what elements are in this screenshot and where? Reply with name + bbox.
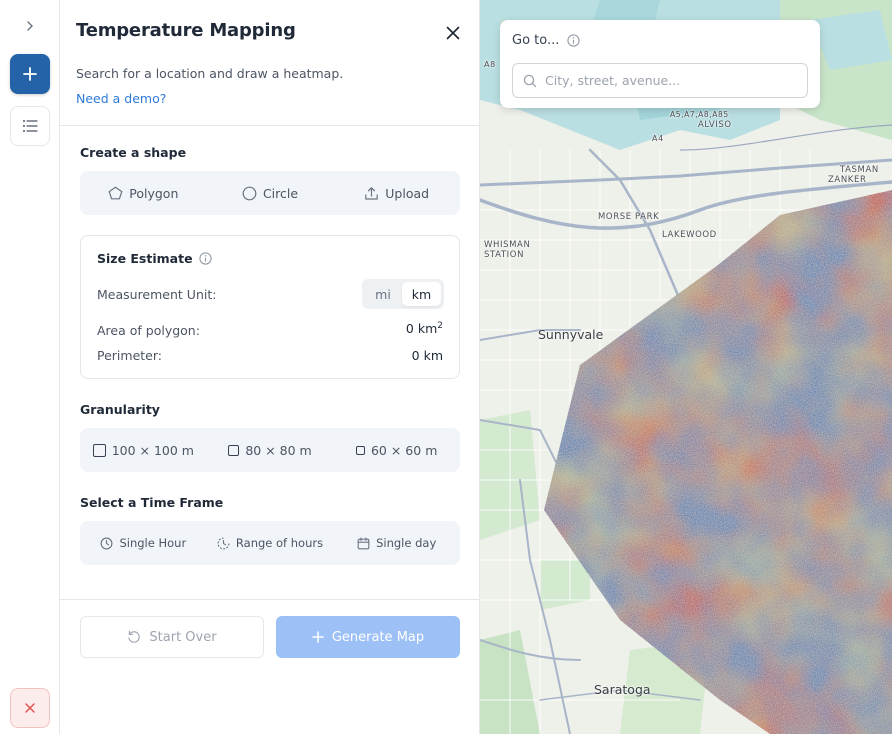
granularity-option-label: 60 × 60 m (370, 442, 438, 458)
info-icon[interactable] (198, 252, 212, 265)
layers-list-button[interactable] (10, 106, 50, 146)
perimeter-label: Perimeter: (97, 348, 162, 363)
add-layer-button[interactable] (10, 54, 50, 94)
generate-map-label: Generate Map (331, 629, 425, 645)
temperature-mapping-panel: Temperature Mapping Search for a locatio… (60, 0, 480, 734)
granularity-option-100[interactable]: 100 × 100 m (80, 443, 207, 458)
map-view[interactable]: ALVISO TASMAN ZANKER MORSE PARK LAKEWOOD… (480, 0, 892, 734)
circle-option[interactable]: Circle (207, 186, 334, 201)
left-rail (0, 0, 60, 734)
location-search-field[interactable] (512, 63, 808, 98)
polygon-icon (108, 186, 123, 200)
area-value-text: 0 km (405, 321, 438, 337)
close-icon (25, 703, 35, 713)
location-search-input[interactable] (545, 73, 785, 88)
map-label-a5: A5,A7,A8,A85 (670, 110, 729, 119)
panel-subtitle: Search for a location and draw a heatmap… (76, 66, 344, 81)
size-estimate-title-text: Size Estimate (97, 251, 193, 266)
granularity-label: Granularity (80, 402, 160, 417)
plus-icon (23, 67, 37, 81)
circle-label: Circle (262, 185, 299, 201)
upload-icon (365, 186, 379, 200)
map-label-alviso: ALVISO (698, 120, 732, 130)
clock-icon (101, 537, 113, 549)
time-frame-selector: Single Hour Range of hours Single day (80, 521, 460, 565)
area-unit-exponent: 2 (437, 321, 443, 331)
goto-search-box: Go to... (500, 20, 820, 108)
map-label-tasman: TASMAN (840, 165, 879, 175)
list-icon (23, 120, 38, 132)
single-day-option[interactable]: Single day (333, 536, 460, 550)
close-icon (446, 26, 460, 40)
map-label-a8: A8 (484, 60, 496, 69)
divider (60, 599, 480, 600)
measurement-unit-label: Measurement Unit: (97, 287, 217, 302)
map-label-zanker: ZANKER (828, 175, 867, 185)
divider (60, 125, 480, 126)
unit-toggle: mi km (362, 279, 444, 309)
time-frame-label: Select a Time Frame (80, 495, 224, 510)
map-city-sunnyvale: Sunnyvale (538, 327, 604, 342)
polygon-option[interactable]: Polygon (80, 186, 207, 201)
generate-map-button[interactable]: Generate Map (276, 616, 460, 658)
polygon-label: Polygon (129, 185, 179, 201)
area-value: 0 km2 (406, 321, 443, 336)
calendar-icon (357, 536, 370, 549)
area-label: Area of polygon: (97, 323, 200, 338)
map-label-whisman: WHISMAN (484, 240, 531, 250)
start-over-label: Start Over (149, 629, 217, 645)
clock-range-icon (217, 537, 230, 549)
checkbox[interactable] (355, 445, 365, 455)
upload-label: Upload (385, 185, 430, 201)
circle-icon (242, 186, 257, 200)
single-hour-label: Single Hour (119, 536, 187, 550)
expand-panel-button[interactable] (10, 8, 50, 44)
search-icon (523, 74, 537, 87)
checkbox[interactable] (92, 443, 106, 457)
perimeter-value: 0 km (411, 348, 443, 363)
create-shape-label: Create a shape (80, 145, 187, 160)
map-city-saratoga: Saratoga (594, 682, 651, 697)
info-icon[interactable] (567, 34, 580, 47)
granularity-option-60[interactable]: 60 × 60 m (333, 443, 460, 458)
size-estimate-title: Size Estimate (97, 251, 212, 266)
granularity-option-label: 80 × 80 m (245, 442, 312, 458)
rotate-ccw-icon (128, 630, 141, 643)
goto-label-text: Go to... (512, 33, 560, 48)
range-of-hours-option[interactable]: Range of hours (207, 536, 334, 550)
panel-title: Temperature Mapping (76, 20, 296, 41)
unit-mi-option[interactable]: mi (365, 282, 401, 306)
granularity-option-80[interactable]: 80 × 80 m (207, 443, 334, 458)
unit-km-option[interactable]: km (402, 282, 441, 306)
map-label-lakewood: LAKEWOOD (662, 230, 717, 240)
single-day-label: Single day (376, 536, 437, 550)
goto-label: Go to... (512, 33, 580, 48)
checkbox[interactable] (228, 444, 240, 456)
start-over-button[interactable]: Start Over (80, 616, 264, 658)
shape-selector: Polygon Circle Upload (80, 171, 460, 215)
single-hour-option[interactable]: Single Hour (80, 536, 207, 550)
map-label-station: STATION (484, 250, 525, 260)
clear-button[interactable] (10, 688, 50, 728)
plus-icon (312, 631, 324, 643)
chevron-right-icon (27, 21, 33, 31)
map-label-morse-park: MORSE PARK (598, 212, 660, 222)
close-panel-button[interactable] (442, 22, 464, 44)
size-estimate-card: Size Estimate Measurement Unit: mi km Ar… (80, 235, 460, 379)
demo-link[interactable]: Need a demo? (76, 91, 166, 106)
map-label-a4: A4 (652, 134, 664, 143)
upload-option[interactable]: Upload (333, 186, 460, 201)
granularity-option-label: 100 × 100 m (111, 442, 194, 458)
granularity-selector: 100 × 100 m 80 × 80 m 60 × 60 m (80, 428, 460, 472)
range-of-hours-label: Range of hours (235, 536, 324, 550)
